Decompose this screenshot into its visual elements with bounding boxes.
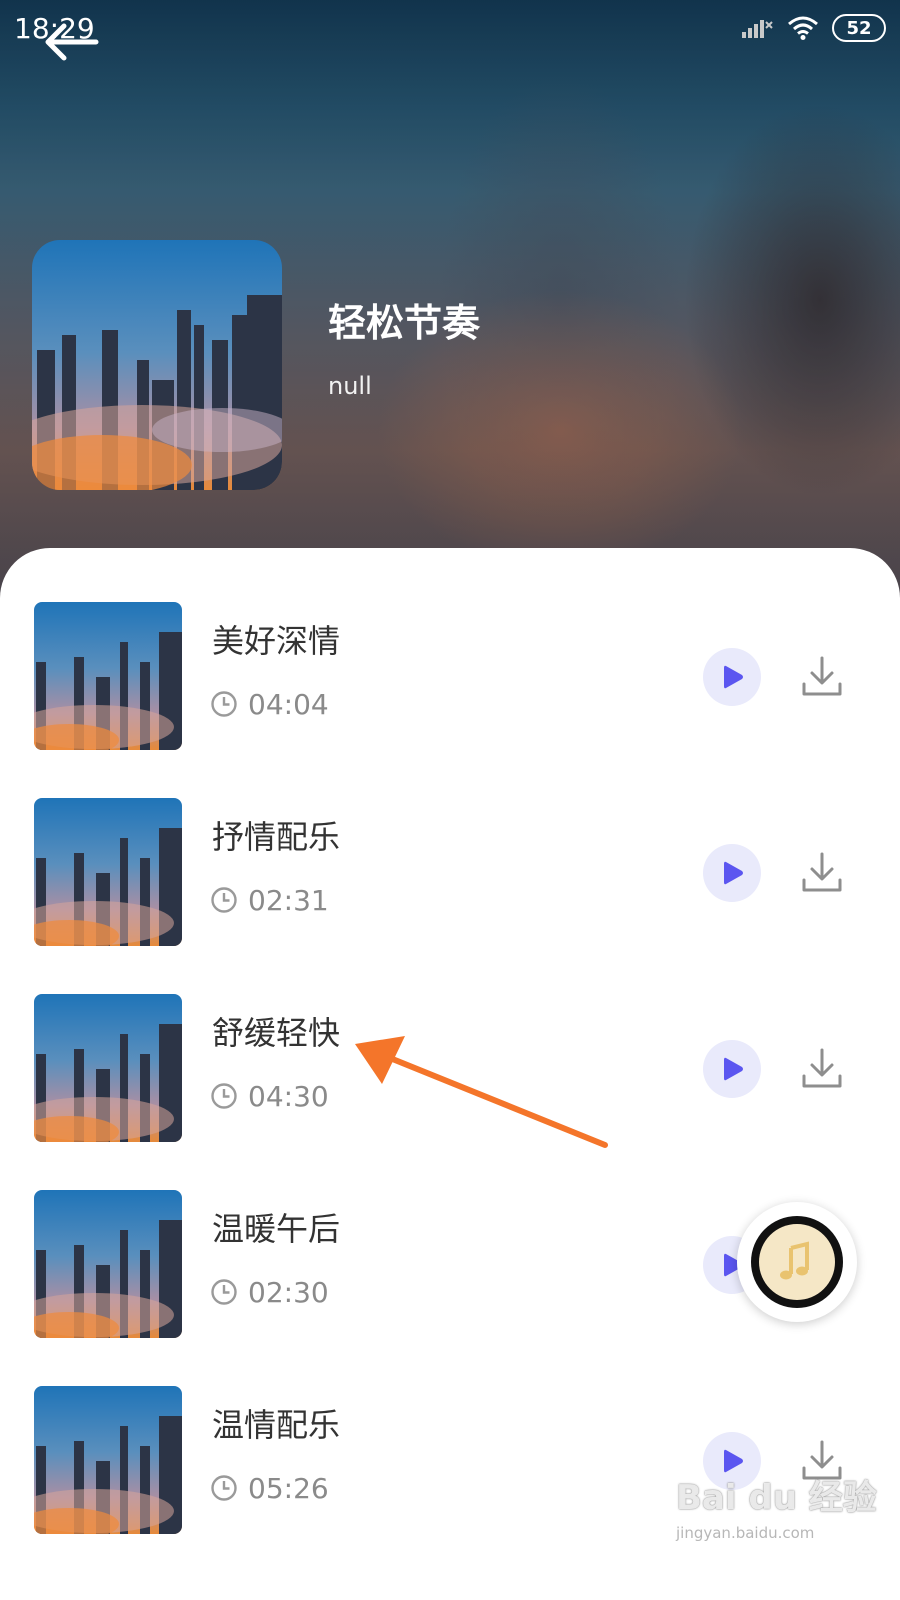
download-icon [802,656,842,696]
song-duration: 04:04 [248,688,329,721]
list-item[interactable]: 舒缓轻快 04:30 [0,994,900,1144]
clock-icon [211,1279,237,1305]
song-title: 温情配乐 [212,1406,341,1444]
song-title: 抒情配乐 [212,818,341,856]
song-duration: 04:30 [248,1080,329,1113]
signal-icon [742,20,773,38]
play-button[interactable] [703,1040,761,1098]
baidu-watermark: Bai du 经验 [676,1478,877,1518]
download-icon [802,852,842,892]
song-thumbnail [34,602,182,750]
song-title: 舒缓轻快 [212,1014,341,1052]
song-title: 美好深情 [212,622,341,660]
play-icon [724,665,743,689]
download-button[interactable] [800,1046,844,1090]
song-duration: 05:26 [248,1472,329,1505]
playlist-subtitle: null [328,372,372,400]
status-icons: 52 [740,14,886,42]
music-disc-icon [751,1216,843,1308]
song-thumbnail [34,1190,182,1338]
song-title: 温暖午后 [212,1210,341,1248]
playlist-cover-image [32,240,282,490]
floating-player-button[interactable] [737,1202,857,1322]
song-thumbnail [34,994,182,1142]
song-thumbnail [34,1386,182,1534]
play-button[interactable] [703,648,761,706]
song-duration: 02:31 [248,884,329,917]
list-item[interactable]: 抒情配乐 02:31 [0,798,900,948]
clock-icon [211,1083,237,1109]
download-icon [802,1048,842,1088]
baidu-watermark-url: jingyan.baidu.com [676,1524,815,1542]
play-icon [724,861,743,885]
battery-icon: 52 [832,14,886,42]
clock-icon [211,1475,237,1501]
playlist-title: 轻松节奏 [328,301,481,345]
wifi-icon [788,16,818,40]
list-item[interactable]: 美好深情 04:04 [0,602,900,752]
back-arrow-icon [45,23,99,61]
play-icon [724,1057,743,1081]
clock-icon [211,887,237,913]
download-button[interactable] [800,654,844,698]
song-list: 美好深情 04:04 抒情配乐 02:31 舒缓轻快 04:30 温暖午后 02… [0,548,900,1600]
battery-level: 52 [846,17,872,39]
back-button[interactable] [40,14,110,70]
clock-icon [211,691,237,717]
status-bar: 18:29 52 [0,0,900,62]
download-button[interactable] [800,850,844,894]
song-duration: 02:30 [248,1276,329,1309]
play-button[interactable] [703,844,761,902]
song-thumbnail [34,798,182,946]
